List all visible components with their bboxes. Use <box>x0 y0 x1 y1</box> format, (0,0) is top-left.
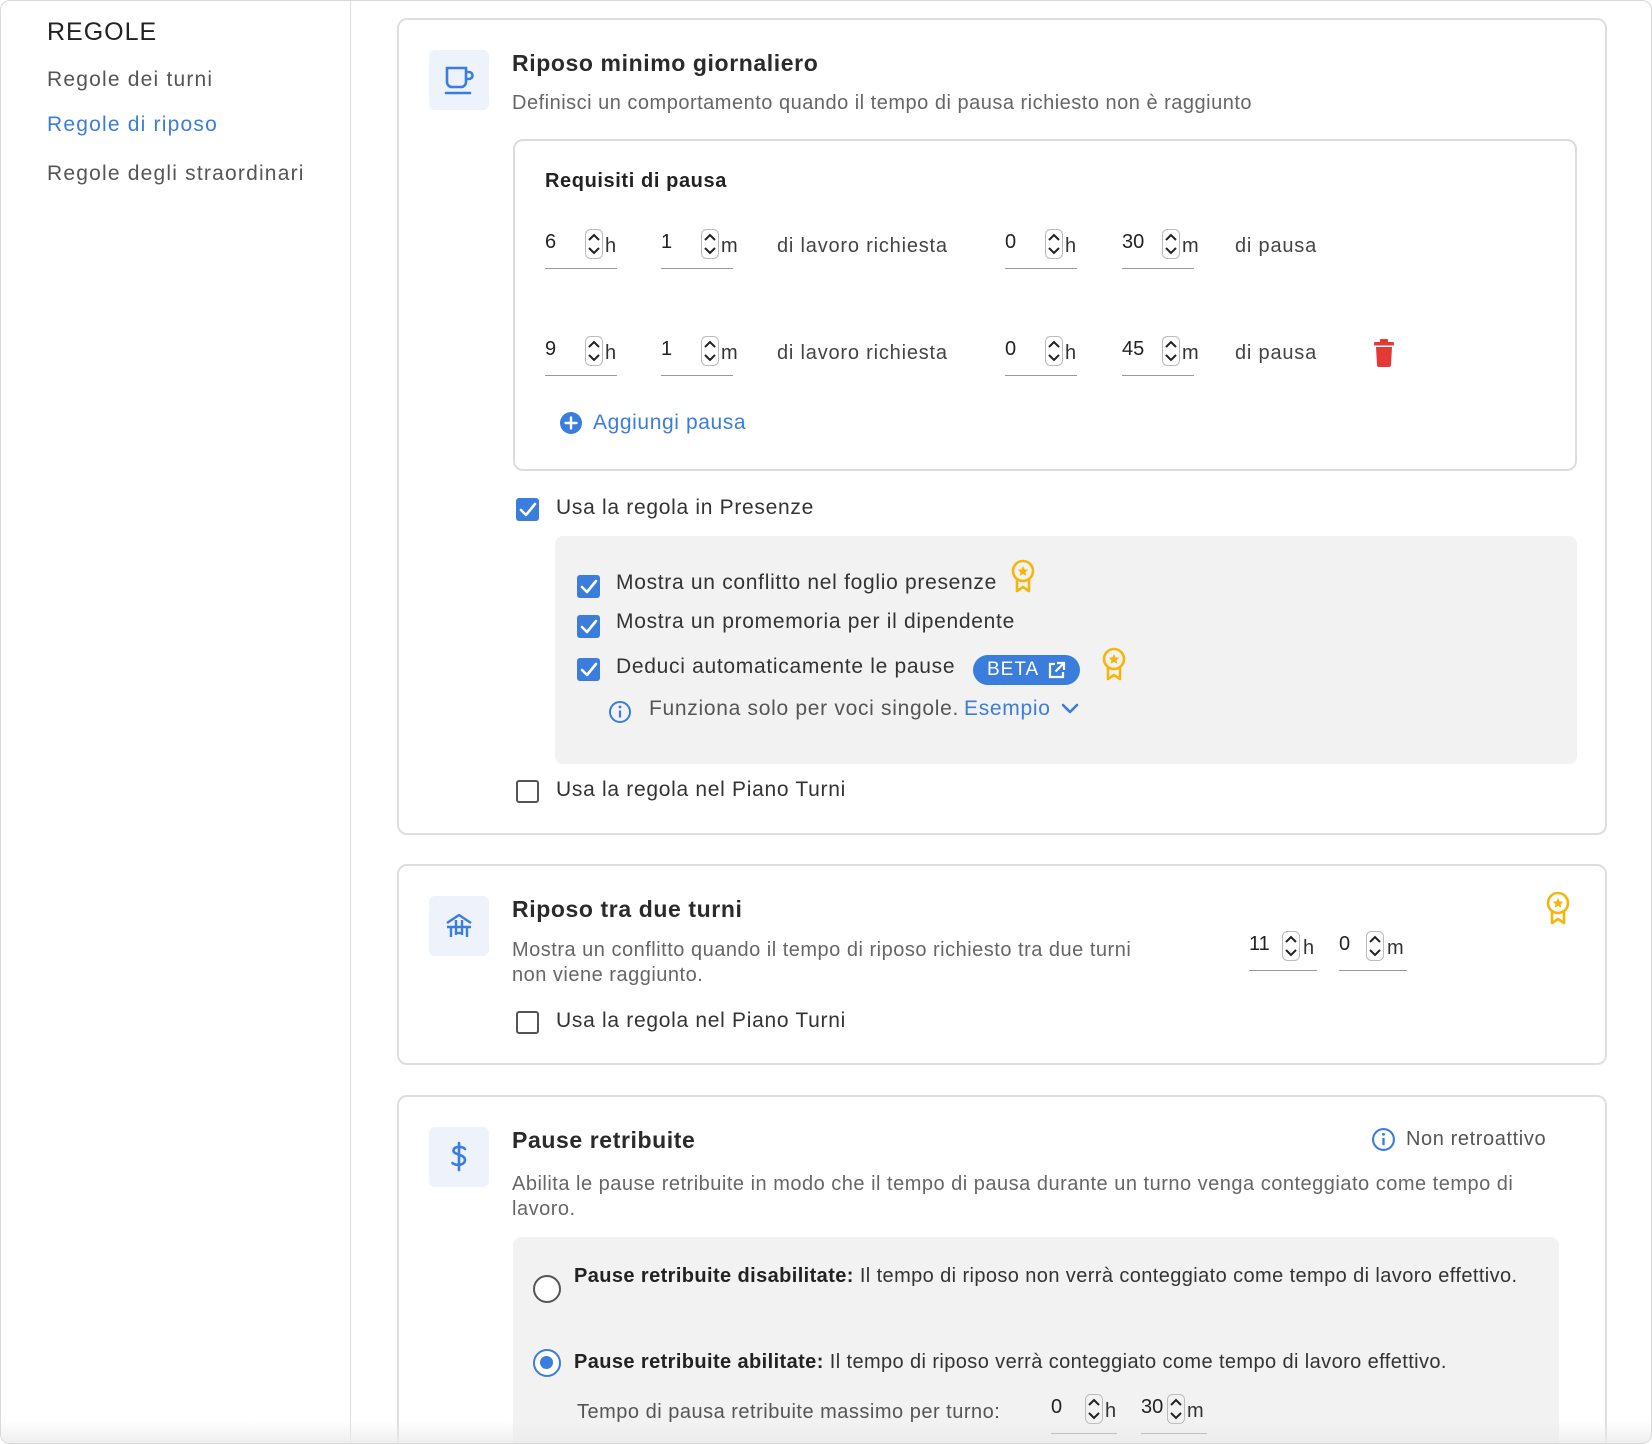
break-label-2: di pausa <box>1235 342 1318 364</box>
use-in-attendance-checkbox[interactable] <box>516 498 539 521</box>
check-icon <box>577 658 600 681</box>
non-retroactive-note: Non retroattivo <box>1371 1127 1546 1152</box>
show-reminder-label: Mostra un promemoria per il dipendente <box>616 610 1015 633</box>
between-shifts-description: Mostra un conflitto quando il tempo di r… <box>512 939 1132 986</box>
spinner-arrows-icon[interactable] <box>1085 1394 1103 1424</box>
paid-breaks-title: Pause retribuite <box>512 1127 696 1153</box>
work-required-label-2: di lavoro richiesta <box>777 342 948 364</box>
between-shifts-title: Riposo tra due turni <box>512 896 743 922</box>
trash-icon[interactable] <box>1373 339 1395 367</box>
plus-circle-icon <box>560 412 582 434</box>
between-shifts-icon-box <box>429 896 489 956</box>
auto-deduct-label: Deduci automaticamente le pause <box>616 655 956 678</box>
min-rest-title: Riposo minimo giornaliero <box>512 50 819 76</box>
break-minutes-input-1[interactable]: 30 m <box>1122 227 1199 269</box>
example-link[interactable]: Esempio <box>964 697 1079 721</box>
paid-breaks-card: Pause retribuite Non retroattivo Abilita… <box>397 1095 1607 1443</box>
break-hours-input-2[interactable]: 0 h <box>1005 334 1077 376</box>
break-hours-input-1[interactable]: 0 h <box>1005 227 1077 269</box>
sidebar-title: REGOLE <box>47 18 158 46</box>
auto-deduct-checkbox[interactable] <box>577 658 600 681</box>
beta-label: BETA <box>987 659 1040 680</box>
use-in-schedule-checkbox[interactable] <box>516 780 539 803</box>
spinner-arrows-icon[interactable] <box>1167 1394 1185 1424</box>
spinner-arrows-icon[interactable] <box>701 229 719 259</box>
sidebar: REGOLE Regole dei turni Regole di riposo… <box>1 1 351 1443</box>
award-icon <box>1545 891 1571 925</box>
show-conflict-checkbox[interactable] <box>577 575 600 598</box>
paid-breaks-disabled-text: Pause retribuite disabilitate: Il tempo … <box>574 1265 1518 1287</box>
work-minutes-input-2[interactable]: 1 m <box>661 334 738 376</box>
check-icon <box>577 575 600 598</box>
external-link-icon <box>1049 661 1066 678</box>
bottom-scroll-fade <box>1 1421 1651 1443</box>
info-icon <box>609 701 631 723</box>
check-icon <box>516 498 539 521</box>
app-frame: REGOLE Regole dei turni Regole di riposo… <box>0 0 1652 1444</box>
between-shifts-schedule-checkbox[interactable] <box>516 1011 539 1034</box>
beta-badge[interactable]: BETA <box>973 655 1081 685</box>
spinner-arrows-icon[interactable] <box>1162 336 1180 366</box>
add-break-button[interactable]: Aggiungi pausa <box>559 411 746 435</box>
work-hours-input-1[interactable]: 6 h <box>545 227 617 269</box>
show-conflict-label: Mostra un conflitto nel foglio presenze <box>616 571 997 594</box>
work-required-label-1: di lavoro richiesta <box>777 235 948 257</box>
coffee-cup-icon <box>444 66 474 95</box>
min-rest-description: Definisci un comportamento quando il tem… <box>512 92 1253 114</box>
award-icon <box>1010 559 1036 593</box>
paid-breaks-options-panel: Pause retribuite disabilitate: Il tempo … <box>513 1237 1559 1443</box>
paid-breaks-description: Abilita le pause retribuite in modo che … <box>512 1173 1514 1220</box>
check-icon <box>577 615 600 638</box>
paid-breaks-enabled-radio[interactable] <box>533 1349 561 1377</box>
spinner-arrows-icon[interactable] <box>585 336 603 366</box>
min-rest-card: Riposo minimo giornaliero Definisci un c… <box>397 18 1607 835</box>
sidebar-item-shift-rules[interactable]: Regole dei turni <box>47 67 307 92</box>
spinner-arrows-icon[interactable] <box>701 336 719 366</box>
rest-hours-input[interactable]: 11 h <box>1249 929 1317 971</box>
chevron-down-icon <box>1061 703 1078 714</box>
use-in-schedule-label: Usa la regola nel Piano Turni <box>556 778 846 801</box>
spinner-arrows-icon[interactable] <box>1045 336 1063 366</box>
work-hours-input-2[interactable]: 9 h <box>545 334 617 376</box>
non-retroactive-label: Non retroattivo <box>1406 1128 1547 1150</box>
work-minutes-input-1[interactable]: 1 m <box>661 227 738 269</box>
add-break-label: Aggiungi pausa <box>593 411 747 434</box>
min-rest-icon-box <box>429 50 489 110</box>
show-reminder-checkbox[interactable] <box>577 615 600 638</box>
break-minutes-input-2[interactable]: 45 m <box>1122 334 1199 376</box>
spinner-arrows-icon[interactable] <box>1366 931 1384 961</box>
rest-minutes-input[interactable]: 0 m <box>1339 929 1407 971</box>
between-shifts-schedule-label: Usa la regola nel Piano Turni <box>556 1009 846 1032</box>
spinner-arrows-icon[interactable] <box>1045 229 1063 259</box>
use-in-attendance-label: Usa la regola in Presenze <box>556 496 814 519</box>
sidebar-item-rest-rules[interactable]: Regole di riposo <box>47 112 307 137</box>
break-requirements-box: Requisiti di pausa 6 h 1 m di lavoro ric… <box>513 139 1577 471</box>
info-icon <box>1372 1128 1395 1151</box>
between-shifts-card: Riposo tra due turni Mostra un conflitto… <box>397 864 1607 1065</box>
spinner-arrows-icon[interactable] <box>1282 931 1300 961</box>
info-text: Funziona solo per voci singole. <box>649 697 960 720</box>
requirements-title: Requisiti di pausa <box>545 170 727 192</box>
paid-breaks-icon-box <box>429 1127 489 1187</box>
bench-icon <box>446 913 472 937</box>
spinner-arrows-icon[interactable] <box>1162 229 1180 259</box>
paid-breaks-disabled-radio[interactable] <box>533 1275 561 1303</box>
award-icon <box>1101 647 1127 681</box>
example-link-label: Esempio <box>964 697 1051 720</box>
attendance-options-panel: Mostra un conflitto nel foglio presenze … <box>555 536 1577 764</box>
spinner-arrows-icon[interactable] <box>585 229 603 259</box>
sidebar-item-overtime-rules[interactable]: Regole degli straordinari <box>47 161 307 186</box>
break-label-1: di pausa <box>1235 235 1318 257</box>
paid-breaks-enabled-text: Pause retribuite abilitate: Il tempo di … <box>574 1351 1447 1373</box>
dollar-icon <box>451 1141 467 1172</box>
